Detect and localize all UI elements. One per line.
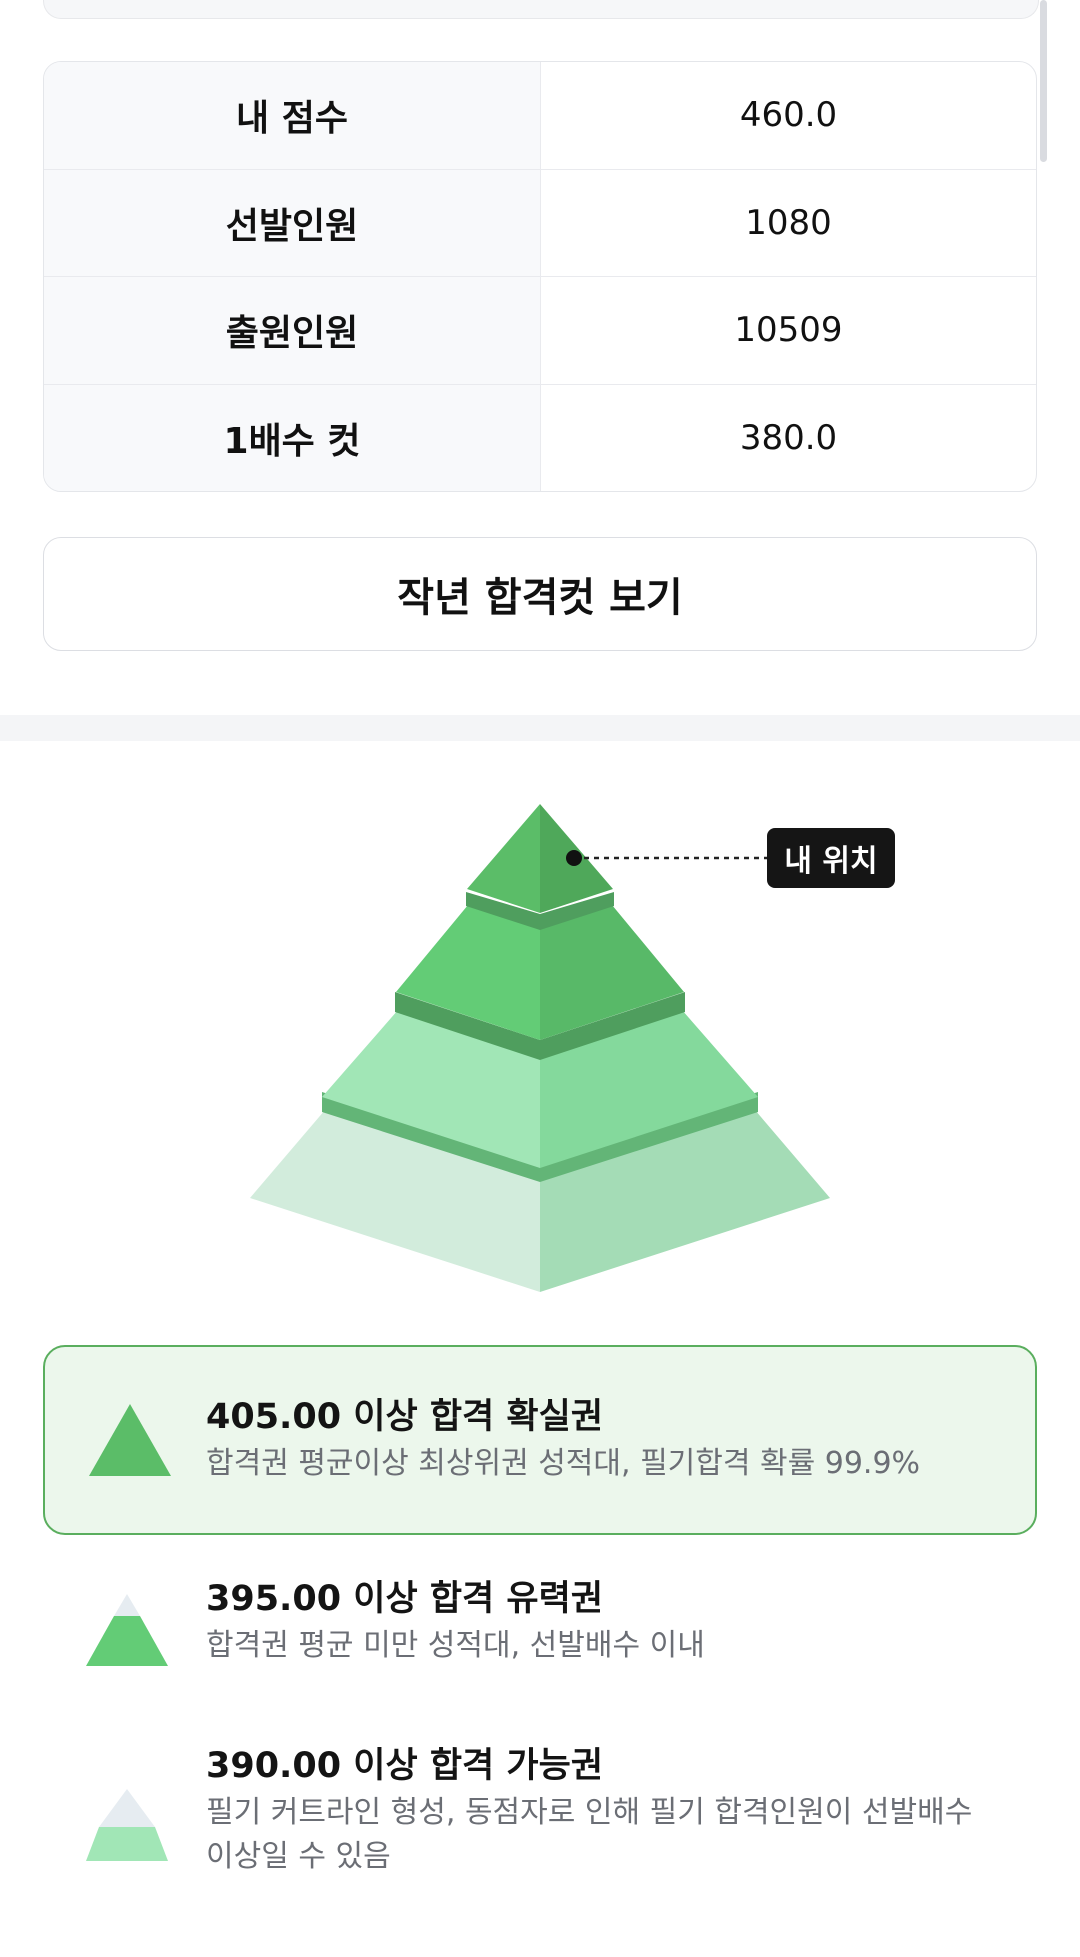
my-position-label: 내 위치 <box>767 828 895 888</box>
section-divider <box>0 715 1080 741</box>
legend-item-certain: 405.00 이상 합격 확실권 합격권 평균이상 최상위권 성적대, 필기합격… <box>43 1345 1037 1535</box>
my-position-dot <box>566 850 582 866</box>
table-row-my-score: 내 점수 460.0 <box>44 62 1036 170</box>
score-info-table: 내 점수 460.0 선발인원 1080 출원인원 10509 1배수 컷 38… <box>43 61 1037 492</box>
legend-item-likely: 395.00 이상 합격 유력권 합격권 평균 미만 성적대, 선발배수 이내 <box>43 1570 1037 1710</box>
legend-title: 395.00 이상 합격 유력권 <box>206 1579 604 1619</box>
row-label: 1배수 컷 <box>44 384 541 491</box>
scrollbar[interactable] <box>1040 0 1047 162</box>
view-last-year-cutoff-button[interactable]: 작년 합격컷 보기 <box>43 537 1037 651</box>
row-value: 10509 <box>734 310 843 351</box>
legend-icon-top-empty <box>99 1789 155 1827</box>
pyramid-level-2-icon <box>86 1594 168 1666</box>
pyramid-level-1-icon <box>89 1404 171 1476</box>
table-row-selection-count: 선발인원 1080 <box>44 169 1036 277</box>
previous-card-bottom <box>43 0 1039 19</box>
legend-icon-top-fill <box>89 1404 171 1476</box>
page: 내 점수 460.0 선발인원 1080 출원인원 10509 1배수 컷 38… <box>0 0 1080 1957</box>
legend-description: 합격권 평균 미만 성적대, 선발배수 이내 <box>206 1628 705 1663</box>
row-label: 선발인원 <box>44 169 541 276</box>
pyramid-level-3-icon <box>86 1789 168 1861</box>
row-label: 내 점수 <box>44 62 541 169</box>
pyramid-graphic <box>250 804 830 1292</box>
legend-title: 390.00 이상 합격 가능권 <box>206 1746 604 1786</box>
legend-icon-fill <box>86 1827 168 1861</box>
row-label: 출원인원 <box>44 277 541 384</box>
table-row-cutoff: 1배수 컷 380.0 <box>44 384 1036 491</box>
table-row-applicant-count: 출원인원 10509 <box>44 277 1036 385</box>
legend-description: 합격권 평균이상 최상위권 성적대, 필기합격 확률 99.9% <box>206 1446 921 1481</box>
legend-item-possible: 390.00 이상 합격 가능권 필기 커트라인 형성, 동점자로 인해 필기 … <box>43 1737 1037 1907</box>
legend-title: 405.00 이상 합격 확실권 <box>206 1397 604 1437</box>
row-value: 1080 <box>745 202 832 243</box>
legend-icon-top-empty <box>114 1594 140 1616</box>
legend-description: 필기 커트라인 형성, 동점자로 인해 필기 합격인원이 선발배수 이상일 수 … <box>206 1795 973 1874</box>
row-value: 380.0 <box>739 418 838 459</box>
row-value: 460.0 <box>739 95 838 136</box>
legend-icon-fill <box>86 1616 168 1666</box>
